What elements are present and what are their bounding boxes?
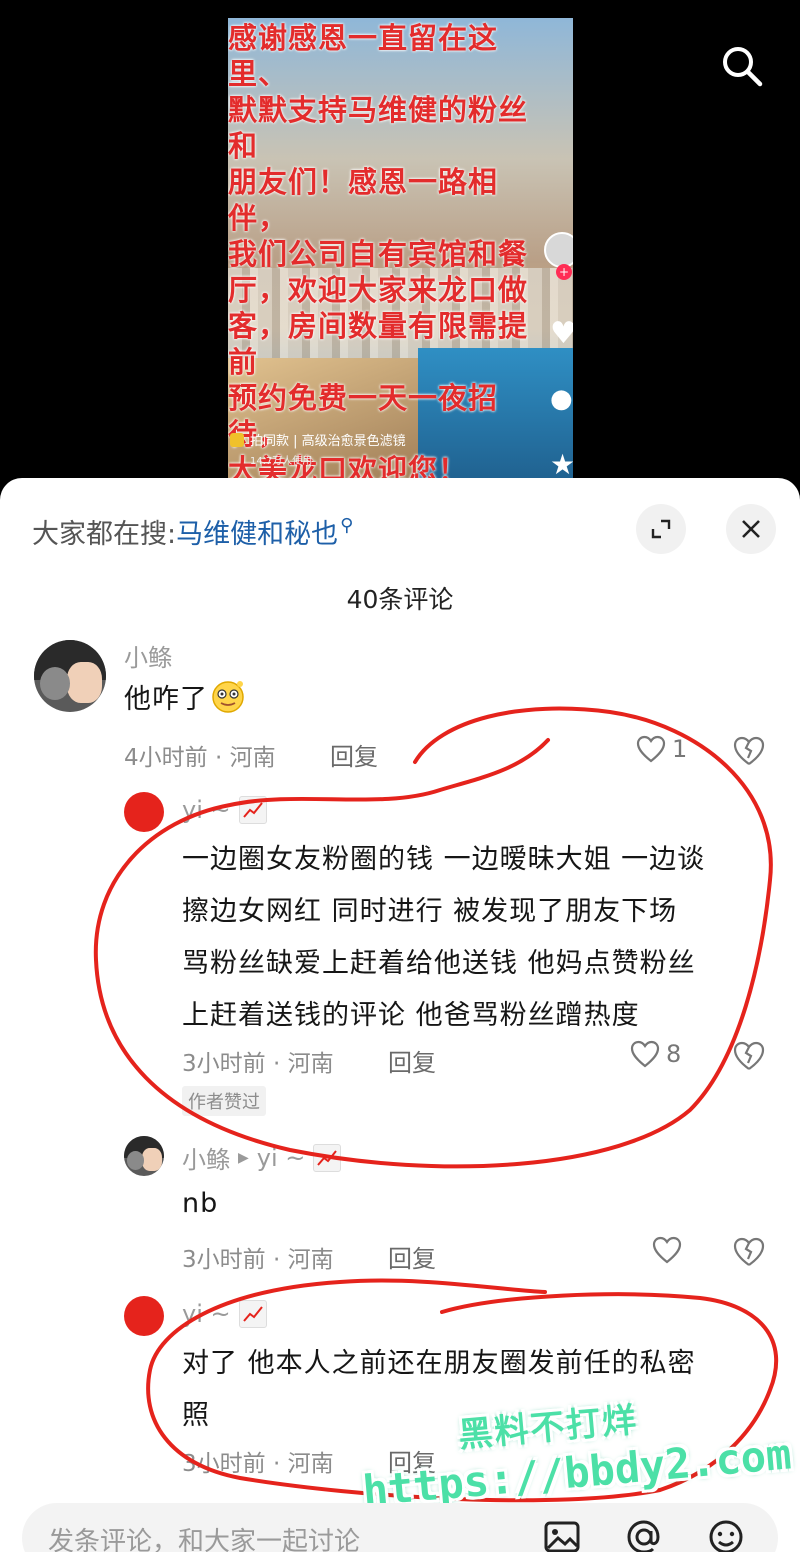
follow-plus-icon[interactable]: + <box>556 264 572 280</box>
username-label: yi ~ <box>182 1300 231 1328</box>
reply-arrow-icon: ▶ <box>238 1149 249 1166</box>
video-overlay-text: 感谢感恩一直留在这里、 默默支持马维健的粉丝和 朋友们！感恩一路相伴， 我们公司… <box>228 20 538 488</box>
reply-to-label: yi ~ <box>256 1143 306 1172</box>
broken-heart-icon[interactable] <box>732 1040 766 1072</box>
close-button[interactable] <box>726 504 776 554</box>
dizzy-face-emoji-icon <box>212 681 244 713</box>
comment-sheet: 大家都在搜: 马维健和秘也 ⚲ 40条评论 小鲦 他咋了 4小时前 · 河南 回… <box>0 478 800 1552</box>
like-button[interactable]: 1 <box>636 735 687 763</box>
video-frame[interactable]: 感谢感恩一直留在这里、 默默支持马维健的粉丝和 朋友们！感恩一路相伴， 我们公司… <box>228 18 573 488</box>
comment-input-bar[interactable]: 发条评论，和大家一起讨论 <box>22 1503 778 1552</box>
comment-line: 骂粉丝缺爱上赶着给他送钱 他妈点赞粉丝 <box>182 948 696 979</box>
search-icon[interactable] <box>718 42 766 90</box>
mention-at-icon[interactable] <box>622 1515 666 1552</box>
comment-username[interactable]: yi ~ <box>182 796 267 824</box>
emoji-face-icon[interactable] <box>704 1515 748 1552</box>
effect-tag[interactable]: 拍同款 | 高级治愈景色滤镜 <box>230 430 406 449</box>
creator-avatar[interactable] <box>544 232 573 268</box>
reply-button[interactable]: 回复 <box>330 737 378 772</box>
broken-heart-icon[interactable] <box>732 1236 766 1268</box>
like-heart-icon[interactable]: ♥ <box>550 316 573 351</box>
avatar-face <box>67 661 102 704</box>
avatar[interactable] <box>124 1296 164 1336</box>
reply-button[interactable]: 回复 <box>388 1239 436 1274</box>
effect-tag-label: 拍同款 | 高级治愈景色滤镜 <box>250 434 406 449</box>
heart-outline-icon <box>630 1040 660 1068</box>
username-label: 小鲦 <box>124 644 172 672</box>
comment-username[interactable]: 小鲦 <box>124 638 172 673</box>
video-player[interactable]: 感谢感恩一直留在这里、 默默支持马维健的粉丝和 朋友们！感恩一路相伴， 我们公司… <box>0 0 800 500</box>
comment-line: 对了 他本人之前还在朋友圈发前任的私密 <box>182 1348 696 1379</box>
comment-text: 他咋了 <box>124 674 246 726</box>
image-icon[interactable] <box>540 1515 584 1552</box>
screen: 感谢感恩一直留在这里、 默默支持马维健的粉丝和 朋友们！感恩一路相伴， 我们公司… <box>0 0 800 1552</box>
trend-chart-icon <box>238 796 267 824</box>
comment-count: 40条评论 <box>346 585 454 614</box>
comment-username[interactable]: 小鲦 ▶ yi ~ <box>182 1140 342 1175</box>
like-count: 8 <box>666 1040 682 1068</box>
avatar[interactable] <box>124 1136 164 1176</box>
like-button[interactable]: 8 <box>630 1040 681 1068</box>
comment-text: nb <box>182 1188 219 1219</box>
hot-search-bar[interactable]: 大家都在搜: 马维健和秘也 ⚲ <box>32 512 353 551</box>
like-count: 1 <box>672 735 688 763</box>
comment-line: 擦边女网红 同时进行 被发现了朋友下场 <box>182 896 678 927</box>
username-label: yi ~ <box>182 796 231 824</box>
avatar[interactable] <box>34 640 106 712</box>
hot-search-prefix: 大家都在搜: <box>32 519 177 550</box>
close-icon <box>742 520 760 538</box>
overlay-line: 朋友们！感恩一路相伴， <box>228 165 499 235</box>
reply-button[interactable]: 回复 <box>388 1043 436 1078</box>
comment-username[interactable]: yi ~ <box>182 1300 267 1328</box>
overlay-line: 厅，欢迎大家来龙口做 <box>228 273 529 307</box>
comment-meta: 3小时前 · 河南 <box>182 1051 334 1077</box>
trend-chart-icon <box>313 1143 342 1172</box>
comment-text: 一边圈女友粉圈的钱 一边暧昧大姐 一边谈 擦边女网红 同时进行 被发现了朋友下场… <box>182 834 705 1042</box>
trend-chart-icon <box>238 1300 267 1328</box>
effect-users: 14.7万人使用 <box>250 456 313 467</box>
avatar-face <box>142 1148 162 1172</box>
expand-button[interactable] <box>636 504 686 554</box>
overlay-line: 客，房间数量有限需提前 <box>228 309 529 379</box>
comment-line: 上赶着送钱的评论 他爸骂粉丝蹭热度 <box>182 1000 640 1031</box>
comment-input-placeholder[interactable]: 发条评论，和大家一起讨论 <box>48 1521 360 1552</box>
overlay-line: 我们公司自有宾馆和餐 <box>228 237 529 271</box>
comment-meta: 4小时前 · 河南 <box>124 745 276 771</box>
author-liked-badge: 作者赞过 <box>182 1086 266 1116</box>
heart-outline-icon <box>652 1236 682 1264</box>
overlay-line: 默默支持马维健的粉丝和 <box>228 93 529 163</box>
broken-heart-icon[interactable] <box>732 735 766 767</box>
like-button[interactable] <box>652 1236 682 1264</box>
search-small-icon: ⚲ <box>340 515 354 536</box>
comment-meta: 3小时前 · 河南 <box>182 1451 334 1477</box>
avatar-cat <box>127 1151 144 1170</box>
expand-icon <box>651 519 671 539</box>
overlay-line: 感谢感恩一直留在这里、 <box>228 21 499 91</box>
comment-line: 一边圈女友粉圈的钱 一边暧昧大姐 一边谈 <box>182 844 706 875</box>
heart-outline-icon <box>636 735 666 763</box>
effect-icon <box>230 432 244 447</box>
favorite-star-icon[interactable]: ★ <box>550 448 573 481</box>
comment-text-body: 他咋了 <box>124 684 208 715</box>
avatar-cat <box>39 667 70 701</box>
comment-meta: 3小时前 · 河南 <box>182 1247 334 1273</box>
hot-search-keyword[interactable]: 马维健和秘也 <box>176 512 338 551</box>
avatar[interactable] <box>124 792 164 832</box>
comment-bubble-icon[interactable]: ● <box>550 384 573 414</box>
username-label: 小鲦 <box>182 1146 230 1174</box>
